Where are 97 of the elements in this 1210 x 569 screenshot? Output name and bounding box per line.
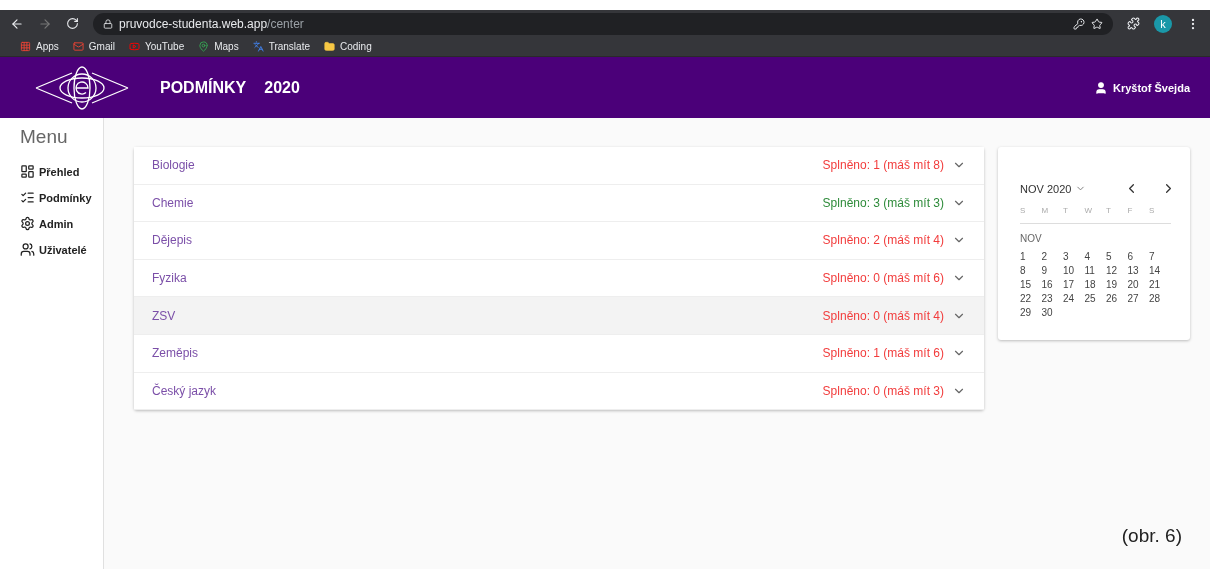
bookmark[interactable]: Translate bbox=[252, 41, 310, 52]
calendar-day[interactable]: 23 bbox=[1041, 293, 1063, 304]
calendar-day[interactable]: 19 bbox=[1106, 279, 1128, 290]
subject-status: Splněno: 3 (máš mít 3) bbox=[822, 195, 944, 210]
bookmark[interactable]: Apps bbox=[20, 41, 59, 52]
subject-row[interactable]: Zeměpis Splněno: 1 (máš mít 6) bbox=[134, 334, 984, 373]
folder-icon bbox=[324, 41, 335, 52]
translate-icon bbox=[252, 41, 264, 52]
extension-icon[interactable] bbox=[1127, 17, 1140, 30]
calendar-day[interactable]: 8 bbox=[1020, 265, 1042, 276]
checklist-icon bbox=[20, 190, 35, 205]
calendar-day[interactable]: 24 bbox=[1063, 293, 1085, 304]
calendar-day[interactable]: 16 bbox=[1041, 279, 1063, 290]
menu-item[interactable]: Podmínky bbox=[20, 190, 103, 205]
calendar-day[interactable]: 26 bbox=[1106, 293, 1128, 304]
star-icon[interactable] bbox=[1091, 17, 1103, 30]
calendar-day[interactable]: 18 bbox=[1084, 279, 1106, 290]
calendar-day[interactable]: 3 bbox=[1063, 251, 1085, 262]
month-label: NOV bbox=[1020, 233, 1043, 244]
url-path: /center bbox=[267, 16, 304, 31]
calendar-day[interactable]: 29 bbox=[1020, 307, 1042, 318]
calendar-day[interactable]: 12 bbox=[1106, 265, 1128, 276]
weekday-label: S bbox=[1149, 206, 1171, 224]
dashboard-icon bbox=[20, 164, 35, 179]
calendar-day[interactable]: 30 bbox=[1041, 307, 1063, 318]
menu-item[interactable]: Uživatelé bbox=[20, 242, 103, 257]
url-host: pruvodce-studenta.web.app bbox=[119, 16, 268, 31]
calendar-day[interactable]: 25 bbox=[1084, 293, 1106, 304]
calendar-day[interactable]: 17 bbox=[1063, 279, 1085, 290]
subject-row[interactable]: Dějepis Splněno: 2 (máš mít 4) bbox=[134, 222, 984, 260]
weekday-label: F bbox=[1127, 206, 1149, 224]
calendar-day[interactable]: 21 bbox=[1149, 279, 1171, 290]
subject-row[interactable]: Český jazyk Splněno: 0 (máš mít 3) bbox=[134, 372, 984, 411]
people-icon bbox=[20, 242, 35, 257]
reload-icon[interactable] bbox=[66, 17, 79, 30]
lock-icon bbox=[103, 18, 113, 29]
back-icon[interactable] bbox=[10, 16, 24, 31]
subject-status: Splněno: 1 (máš mít 8) bbox=[822, 158, 944, 173]
calendar-day[interactable]: 1 bbox=[1020, 251, 1042, 262]
calendar-day[interactable]: 27 bbox=[1127, 293, 1149, 304]
address-bar[interactable]: pruvodce-studenta.web.app/center bbox=[93, 12, 1113, 35]
logo-icon bbox=[34, 64, 130, 111]
subject-name: Chemie bbox=[152, 195, 194, 210]
subject-name: Český jazyk bbox=[152, 383, 216, 398]
mail-icon bbox=[72, 41, 84, 52]
subject-status: Splněno: 0 (máš mít 4) bbox=[822, 308, 944, 323]
bookmark[interactable]: YouTube bbox=[128, 41, 185, 52]
forward-icon[interactable] bbox=[38, 16, 52, 31]
calendar-day[interactable]: 28 bbox=[1149, 293, 1171, 304]
weekday-label: S bbox=[1020, 206, 1042, 224]
calendar-day[interactable]: 9 bbox=[1041, 265, 1063, 276]
weekday-label: T bbox=[1106, 206, 1128, 224]
subject-row[interactable]: Chemie Splněno: 3 (máš mít 3) bbox=[134, 184, 984, 223]
calendar-day[interactable]: 11 bbox=[1084, 265, 1106, 276]
user-button[interactable]: Kryštof Švejda bbox=[1087, 79, 1196, 96]
calendar-day[interactable]: 7 bbox=[1149, 251, 1171, 262]
bookmark[interactable]: Coding bbox=[324, 41, 372, 52]
subject-name: Fyzika bbox=[152, 271, 187, 286]
calendar-day[interactable]: 4 bbox=[1084, 251, 1106, 262]
calendar-day[interactable]: 22 bbox=[1020, 293, 1042, 304]
month-year[interactable]: NOV 2020 bbox=[1020, 182, 1072, 195]
subject-name: Dějepis bbox=[152, 233, 193, 248]
figure-caption: (obr. 6) bbox=[1121, 525, 1182, 547]
menu-item[interactable]: Admin bbox=[20, 216, 103, 231]
subject-status: Splněno: 1 (máš mít 6) bbox=[822, 346, 944, 361]
subject-status: Splněno: 2 (máš mít 4) bbox=[822, 233, 944, 248]
menu-title: Menu bbox=[20, 126, 69, 148]
bookmark[interactable]: Maps bbox=[198, 41, 239, 52]
bookmark[interactable]: Gmail bbox=[72, 41, 115, 52]
calendar-day[interactable]: 14 bbox=[1149, 265, 1171, 276]
year-label: 2020 bbox=[264, 78, 300, 97]
subject-name: Zeměpis bbox=[152, 346, 198, 361]
apps-icon bbox=[20, 41, 31, 52]
menu-item[interactable]: Přehled bbox=[20, 164, 103, 179]
calendar-day[interactable]: 2 bbox=[1041, 251, 1063, 262]
subject-status: Splněno: 0 (máš mít 3) bbox=[822, 383, 944, 398]
calendar-day[interactable]: 5 bbox=[1106, 251, 1128, 262]
user-icon bbox=[1093, 80, 1108, 95]
map-pin-icon bbox=[198, 41, 210, 52]
subject-name: ZSV bbox=[152, 308, 176, 323]
weekday-label: M bbox=[1041, 206, 1063, 224]
subject-row[interactable]: Fyzika Splněno: 0 (máš mít 6) bbox=[134, 259, 984, 298]
calendar-day[interactable]: 15 bbox=[1020, 279, 1042, 290]
subject-row[interactable]: Biologie Splněno: 1 (máš mít 8) bbox=[134, 147, 984, 185]
subject-status: Splněno: 0 (máš mít 6) bbox=[822, 271, 944, 286]
weekday-label: W bbox=[1084, 206, 1106, 224]
settings-icon bbox=[20, 216, 35, 231]
calendar-day[interactable]: 6 bbox=[1127, 251, 1149, 262]
key-icon[interactable] bbox=[1073, 17, 1085, 30]
calendar-day[interactable]: 13 bbox=[1127, 265, 1149, 276]
page-title: PODMÍNKY bbox=[160, 78, 247, 97]
calendar-day[interactable]: 20 bbox=[1127, 279, 1149, 290]
calendar-day[interactable]: 10 bbox=[1063, 265, 1085, 276]
subject-row[interactable]: ZSV Splněno: 0 (máš mít 4) bbox=[134, 297, 984, 335]
weekday-label: T bbox=[1063, 206, 1085, 224]
subject-name: Biologie bbox=[152, 158, 195, 173]
video-icon bbox=[128, 41, 140, 52]
